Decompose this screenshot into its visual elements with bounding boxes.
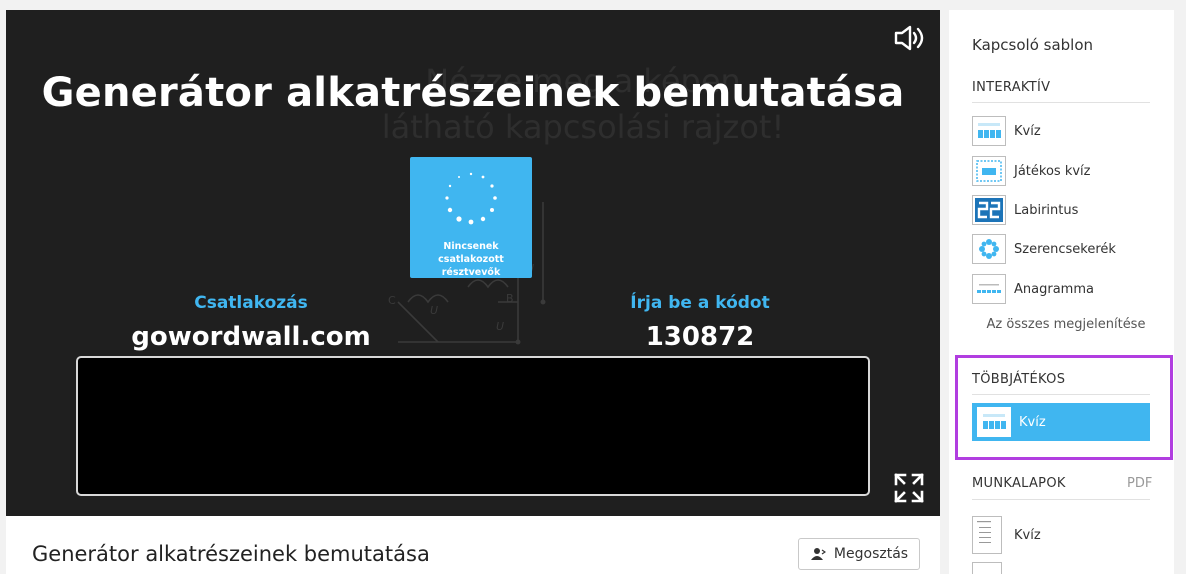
page-title: Generátor alkatrészeinek bemutatása <box>32 542 430 566</box>
worksheet-thumb-icon <box>972 562 1002 574</box>
sidebar-item-label: Kvíz <box>1014 123 1041 139</box>
person-share-icon <box>810 548 826 560</box>
circuit-label-c: C <box>388 294 396 307</box>
sidebar-item-gameshow-quiz[interactable]: Játékos kvíz <box>972 154 1150 188</box>
maze-thumb-icon <box>972 195 1006 225</box>
code-label: Írja be a kódot <box>630 293 770 313</box>
worksheet-thumb-icon <box>972 516 1002 554</box>
spinner-icon <box>445 172 497 225</box>
join-url[interactable]: gowordwall.com <box>106 322 396 352</box>
speaker-icon[interactable] <box>892 24 926 52</box>
sidebar-item-label: Labirintus <box>1014 202 1079 218</box>
sidebar-item-spin-wheel[interactable]: Szerencsekerék <box>972 232 1150 266</box>
sidebar-item-quiz[interactable]: Kvíz <box>972 114 1150 148</box>
sidebar-item-label: Szerencsekerék <box>1014 241 1116 257</box>
divider <box>972 102 1150 103</box>
join-code: 130872 <box>645 322 755 352</box>
circuit-label-uc: U <box>430 304 438 317</box>
activity-headline: Generátor alkatrészeinek bemutatása <box>41 70 905 116</box>
divider <box>972 499 1150 500</box>
interactive-header: INTERAKTÍV <box>972 80 1051 95</box>
sidebar-item-worksheet-quiz[interactable]: Kvíz <box>972 514 1150 556</box>
share-label: Megosztás <box>833 546 909 562</box>
top-strip <box>0 0 1186 10</box>
spin-wheel-thumb-icon <box>972 234 1006 264</box>
participants-panel <box>76 356 870 496</box>
circuit-label-b: B <box>506 292 514 305</box>
quiz-thumb-icon <box>972 116 1006 146</box>
participants-status-box: Nincsenek csatlakozott résztvevők <box>410 157 532 278</box>
share-button[interactable]: Megosztás <box>798 538 920 570</box>
activity-stage[interactable]: Nézze meg a képen látható kapcsolási raj… <box>6 10 940 516</box>
worksheets-header: MUNKALAPOK <box>972 476 1066 491</box>
multiplayer-highlight-frame <box>955 355 1173 460</box>
pdf-label: PDF <box>1127 476 1153 491</box>
gameshow-quiz-thumb-icon <box>972 156 1006 186</box>
no-participants-message: Nincsenek csatlakozott résztvevők <box>438 241 504 278</box>
sidebar-title: Kapcsoló sablon <box>972 36 1094 54</box>
sidebar-item-anagram[interactable]: Anagramma <box>972 272 1150 306</box>
show-all-link[interactable]: Az összes megjelenítése <box>972 317 1160 332</box>
sidebar-item-label: Anagramma <box>1014 281 1094 297</box>
join-label: Csatlakozás <box>194 293 308 313</box>
sidebar-item-label: Játékos kvíz <box>1014 163 1091 179</box>
circuit-label-ubc: U <box>496 320 504 333</box>
fullscreen-icon[interactable] <box>893 472 925 504</box>
sidebar-item-maze[interactable]: Labirintus <box>972 193 1150 227</box>
activity-title-bar: Generátor alkatrészeinek bemutatása Mego… <box>6 516 940 574</box>
anagram-thumb-icon <box>972 274 1006 304</box>
sidebar-item-label: Kvíz <box>1014 527 1041 543</box>
template-switch-sidebar: Kapcsoló sablon INTERAKTÍV Kvíz Játékos … <box>949 10 1174 574</box>
